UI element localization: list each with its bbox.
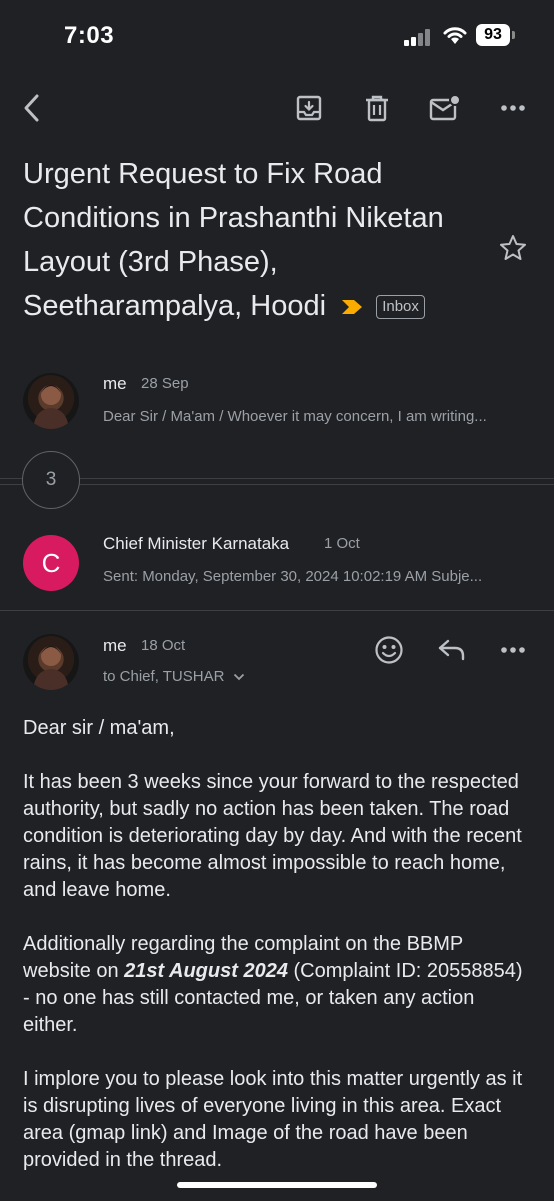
body-paragraph-3: I implore you to please look into this m…	[23, 1068, 523, 1171]
message-date: 1 Oct	[324, 535, 360, 552]
inbox-label-chip[interactable]: Inbox	[376, 295, 425, 320]
avatar-photo	[33, 646, 69, 690]
avatar	[23, 373, 79, 429]
message-date: 28 Sep	[141, 375, 189, 392]
status-time: 7:03	[64, 22, 115, 49]
collapsed-divider-top	[0, 478, 554, 479]
thread-message-2[interactable]: C Chief Minister Karnataka 1 Oct Sent: M…	[0, 520, 554, 608]
back-arrow-icon	[24, 94, 39, 122]
recipients-toggle[interactable]: to Chief, TUSHAR	[103, 668, 245, 685]
back-button[interactable]	[14, 90, 50, 126]
important-marker-icon[interactable]	[340, 298, 364, 316]
mark-unread-button[interactable]	[427, 90, 463, 126]
battery-indicator: 93	[476, 24, 510, 46]
message-more-button[interactable]	[495, 632, 531, 668]
reply-icon	[438, 639, 465, 661]
message-snippet: Dear Sir / Ma'am / Whoever it may concer…	[103, 408, 487, 425]
more-icon	[501, 647, 525, 653]
star-icon[interactable]	[498, 233, 528, 263]
more-options-button[interactable]	[495, 90, 531, 126]
archive-button[interactable]	[291, 90, 327, 126]
message-date: 18 Oct	[141, 637, 186, 654]
avatar: C	[23, 535, 79, 591]
body-greeting: Dear sir / ma'am,	[23, 717, 175, 739]
emoji-reaction-icon	[375, 636, 403, 664]
wifi-icon	[443, 27, 467, 44]
sender-name: me	[103, 636, 127, 655]
mark-unread-icon	[429, 94, 461, 121]
archive-icon	[296, 95, 322, 121]
avatar	[23, 634, 79, 690]
home-indicator[interactable]	[177, 1182, 377, 1188]
status-bar: 7:03 93	[0, 0, 554, 70]
cellular-signal-icon	[404, 28, 434, 46]
recipients-text: to Chief, TUSHAR	[103, 668, 225, 685]
message-body: Dear sir / ma'am, It has been 3 weeks si…	[23, 715, 533, 1201]
add-reaction-button[interactable]	[371, 632, 407, 668]
collapsed-messages-count[interactable]: 3	[22, 451, 80, 509]
sender-name: me	[103, 374, 127, 393]
thread-message-1[interactable]: me 28 Sep Dear Sir / Ma'am / Whoever it …	[0, 360, 554, 440]
sender-name: Chief Minister Karnataka	[103, 534, 290, 553]
email-toolbar	[0, 80, 554, 136]
message-divider	[0, 610, 554, 611]
reply-button[interactable]	[434, 632, 470, 668]
complaint-date: 21st August 2024	[124, 960, 288, 982]
more-icon	[501, 105, 525, 111]
delete-icon	[366, 95, 388, 122]
body-paragraph-1: It has been 3 weeks since your forward t…	[23, 771, 522, 901]
avatar-photo	[33, 385, 69, 429]
email-subject: Urgent Request to Fix Road Conditions in…	[23, 152, 493, 328]
chevron-down-icon	[233, 673, 244, 681]
delete-button[interactable]	[359, 90, 395, 126]
message-snippet: Sent: Monday, September 30, 2024 10:02:1…	[103, 568, 483, 585]
battery-tip	[512, 31, 515, 39]
body-paragraph-2: Additionally regarding the complaint on …	[23, 931, 533, 1039]
collapsed-divider-bottom	[0, 484, 554, 485]
